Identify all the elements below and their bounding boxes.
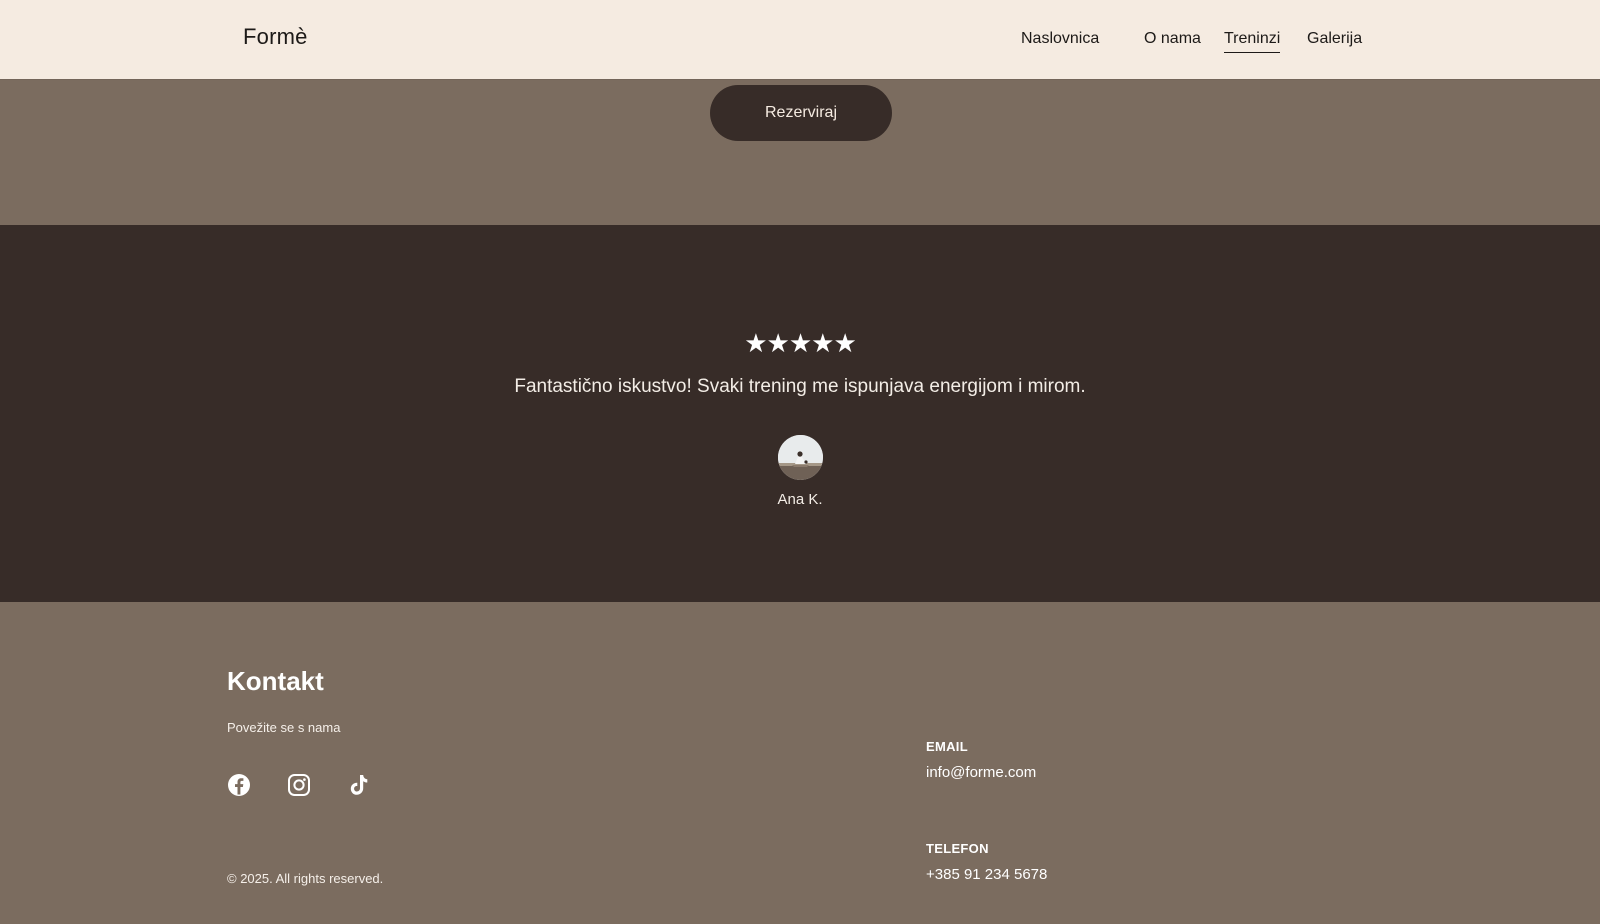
testimonial-section: ★★★★★ Fantastično iskustvo! Svaki trenin… [0,225,1600,602]
avatar [778,435,823,480]
logo[interactable]: Formè [243,24,308,50]
nav-link-naslovnica[interactable]: Naslovnica [1021,29,1099,52]
footer: Kontakt Povežite se s nama © 2025. All r… [0,602,1600,924]
nav-link-treninzi[interactable]: Treninzi [1224,29,1281,53]
footer-subtitle: Povežite se s nama [227,720,341,735]
testimonial-quote: Fantastično iskustvo! Svaki trening me i… [514,376,1086,397]
phone-link[interactable]: +385 91 234 5678 [926,866,1047,883]
footer-title: Kontakt [227,666,324,696]
site-header: Formè Naslovnica O nama Treninzi Galerij… [0,0,1600,79]
testimonial-author: Ana K. [777,491,823,508]
page: Formè Naslovnica O nama Treninzi Galerij… [0,0,1600,924]
phone-label: TELEFON [926,841,989,856]
booking-section: Rezerviraj [0,79,1600,225]
email-label: EMAIL [926,739,968,754]
facebook-icon[interactable] [227,773,251,797]
avatar-photo [778,435,823,480]
instagram-icon[interactable] [287,773,311,797]
rating-stars: ★★★★★ [744,329,857,359]
book-button[interactable]: Rezerviraj [710,85,892,141]
nav-link-galerija[interactable]: Galerija [1307,29,1362,52]
tiktok-icon[interactable] [347,773,371,797]
copyright: © 2025. All rights reserved. [227,871,384,886]
email-link[interactable]: info@forme.com [926,764,1036,781]
nav-link-o-nama[interactable]: O nama [1144,29,1201,52]
